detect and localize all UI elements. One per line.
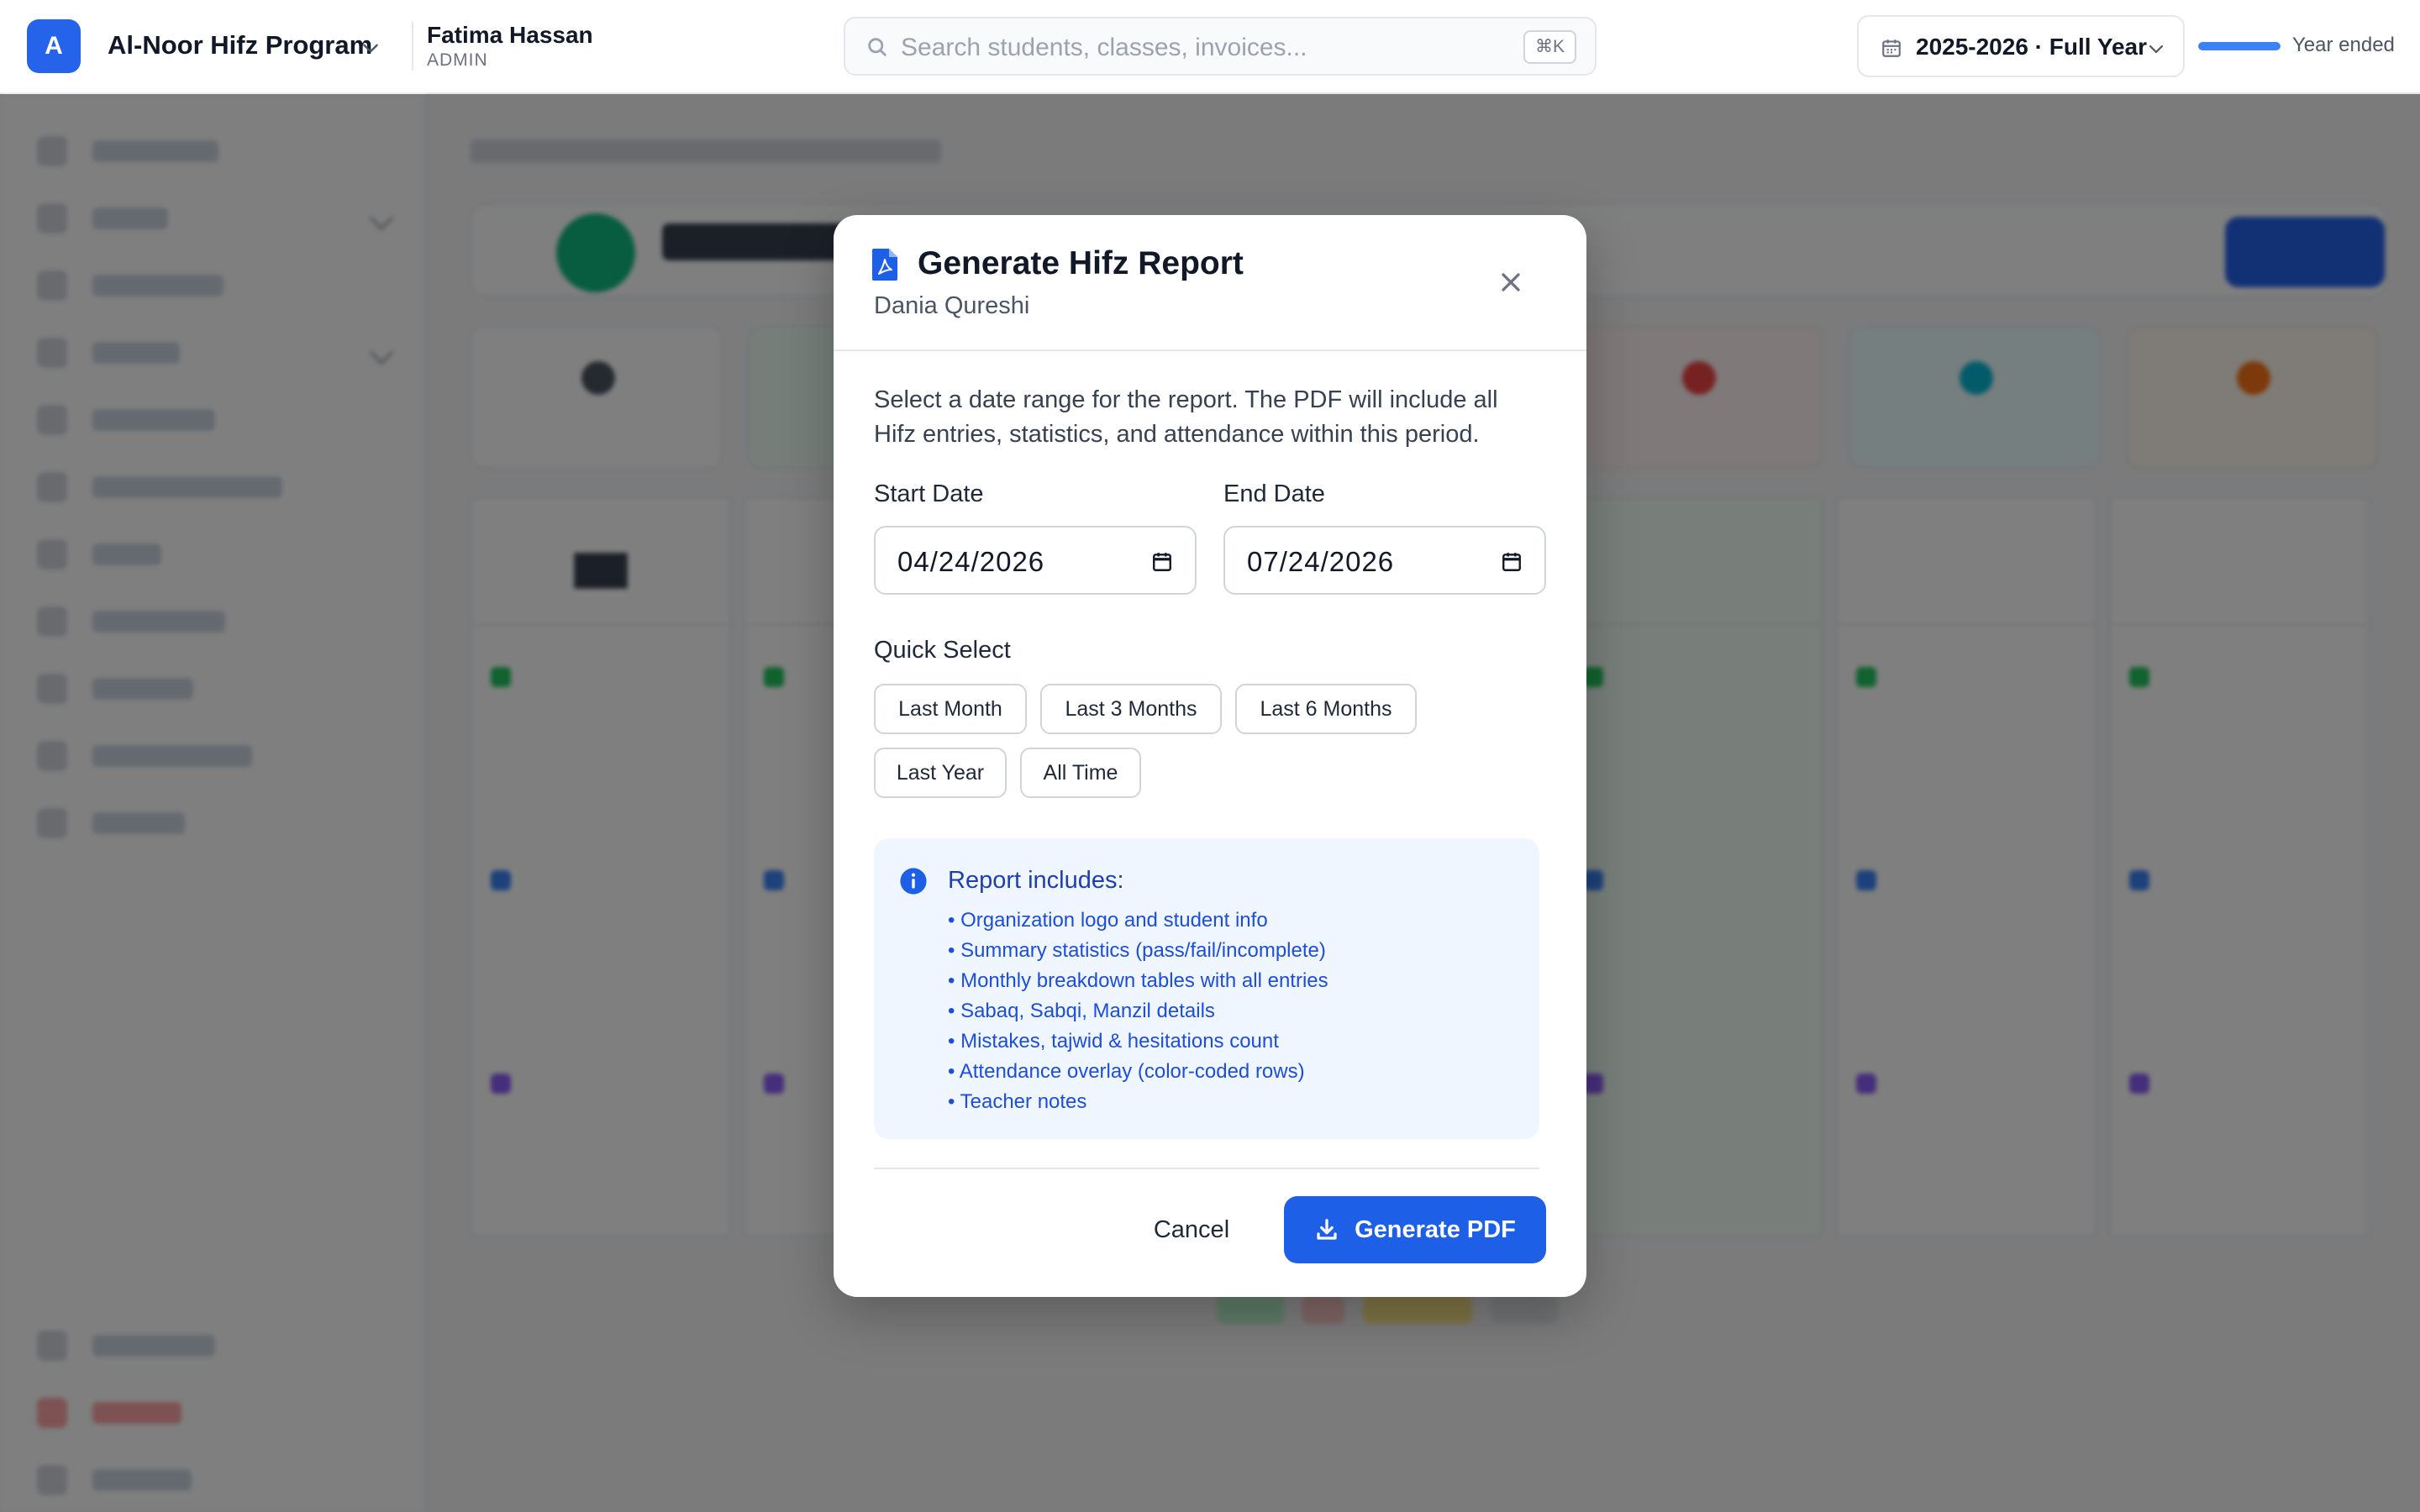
quick-last-6-months-button[interactable]: Last 6 Months [1235, 684, 1417, 734]
dialog-title: Generate Hifz Report [918, 245, 1244, 281]
quick-select-label: Quick Select [874, 637, 1011, 664]
year-progress-bar [2198, 42, 2281, 50]
list-item: • Teacher notes [948, 1090, 1087, 1113]
end-date-input[interactable]: 07/24/2026 [1223, 526, 1546, 595]
org-avatar[interactable]: A [27, 19, 81, 73]
chevron-down-icon [2149, 45, 2164, 54]
academic-year-label: 2025-2026 · Full Year [1916, 34, 2147, 60]
org-name[interactable]: Al-Noor Hifz Program [108, 30, 372, 60]
generate-pdf-button[interactable]: Generate PDF [1284, 1196, 1546, 1263]
generate-report-dialog: Generate Hifz Report Dania Qureshi Selec… [834, 215, 1586, 1297]
dialog-description: Select a date range for the report. The … [874, 386, 1498, 448]
calendar-icon[interactable] [1151, 551, 1173, 573]
download-icon [1317, 1219, 1337, 1240]
dialog-subtitle: Dania Qureshi [874, 292, 1030, 319]
user-role: ADMIN [427, 50, 488, 70]
year-progress-fill [2198, 42, 2281, 50]
calendar-icon[interactable] [1501, 551, 1523, 573]
info-icon [900, 868, 927, 895]
search-shortcut: ⌘K [1523, 30, 1576, 64]
search-input[interactable]: Search students, classes, invoices... ⌘K [844, 17, 1597, 76]
start-date-value: 04/24/2026 [897, 546, 1045, 577]
quick-last-3-months-button[interactable]: Last 3 Months [1040, 684, 1222, 734]
end-date-value: 07/24/2026 [1247, 546, 1395, 577]
divider [412, 22, 413, 71]
top-bar: A Al-Noor Hifz Program Fatima Hassan ADM… [0, 0, 2420, 94]
divider [874, 1168, 1539, 1169]
list-item: • Mistakes, tajwid & hesitations count [948, 1030, 1279, 1053]
user-name: Fatima Hassan [427, 22, 593, 48]
end-date-label: End Date [1223, 480, 1325, 507]
close-icon[interactable] [1496, 267, 1526, 297]
year-status: Year ended [2292, 34, 2395, 56]
chevron-down-icon[interactable] [360, 37, 381, 59]
list-item: • Summary statistics (pass/fail/incomple… [948, 939, 1326, 962]
start-date-input[interactable]: 04/24/2026 [874, 526, 1197, 595]
quick-last-month-button[interactable]: Last Month [874, 684, 1027, 734]
pdf-file-icon [872, 249, 897, 281]
report-includes-title: Report includes: [948, 867, 1124, 894]
calendar-icon [1882, 39, 1901, 57]
search-placeholder: Search students, classes, invoices... [901, 34, 1307, 61]
report-includes-box: Report includes: • Organization logo and… [874, 838, 1539, 1139]
start-date-label: Start Date [874, 480, 984, 507]
list-item: • Organization logo and student info [948, 909, 1268, 932]
quick-all-time-button[interactable]: All Time [1020, 748, 1141, 798]
dialog-header: Generate Hifz Report Dania Qureshi [834, 215, 1586, 351]
list-item: • Sabaq, Sabqi, Manzil details [948, 1000, 1215, 1022]
quick-last-year-button[interactable]: Last Year [874, 748, 1007, 798]
academic-year-selector[interactable]: 2025-2026 · Full Year [1857, 15, 2185, 77]
search-icon [868, 38, 886, 56]
report-includes-list: • Organization logo and student info • S… [948, 906, 1536, 1117]
list-item: • Attendance overlay (color-coded rows) [948, 1060, 1305, 1083]
cancel-button[interactable]: Cancel [1133, 1196, 1250, 1263]
list-item: • Monthly breakdown tables with all entr… [948, 969, 1328, 992]
generate-pdf-label: Generate PDF [1355, 1215, 1516, 1243]
